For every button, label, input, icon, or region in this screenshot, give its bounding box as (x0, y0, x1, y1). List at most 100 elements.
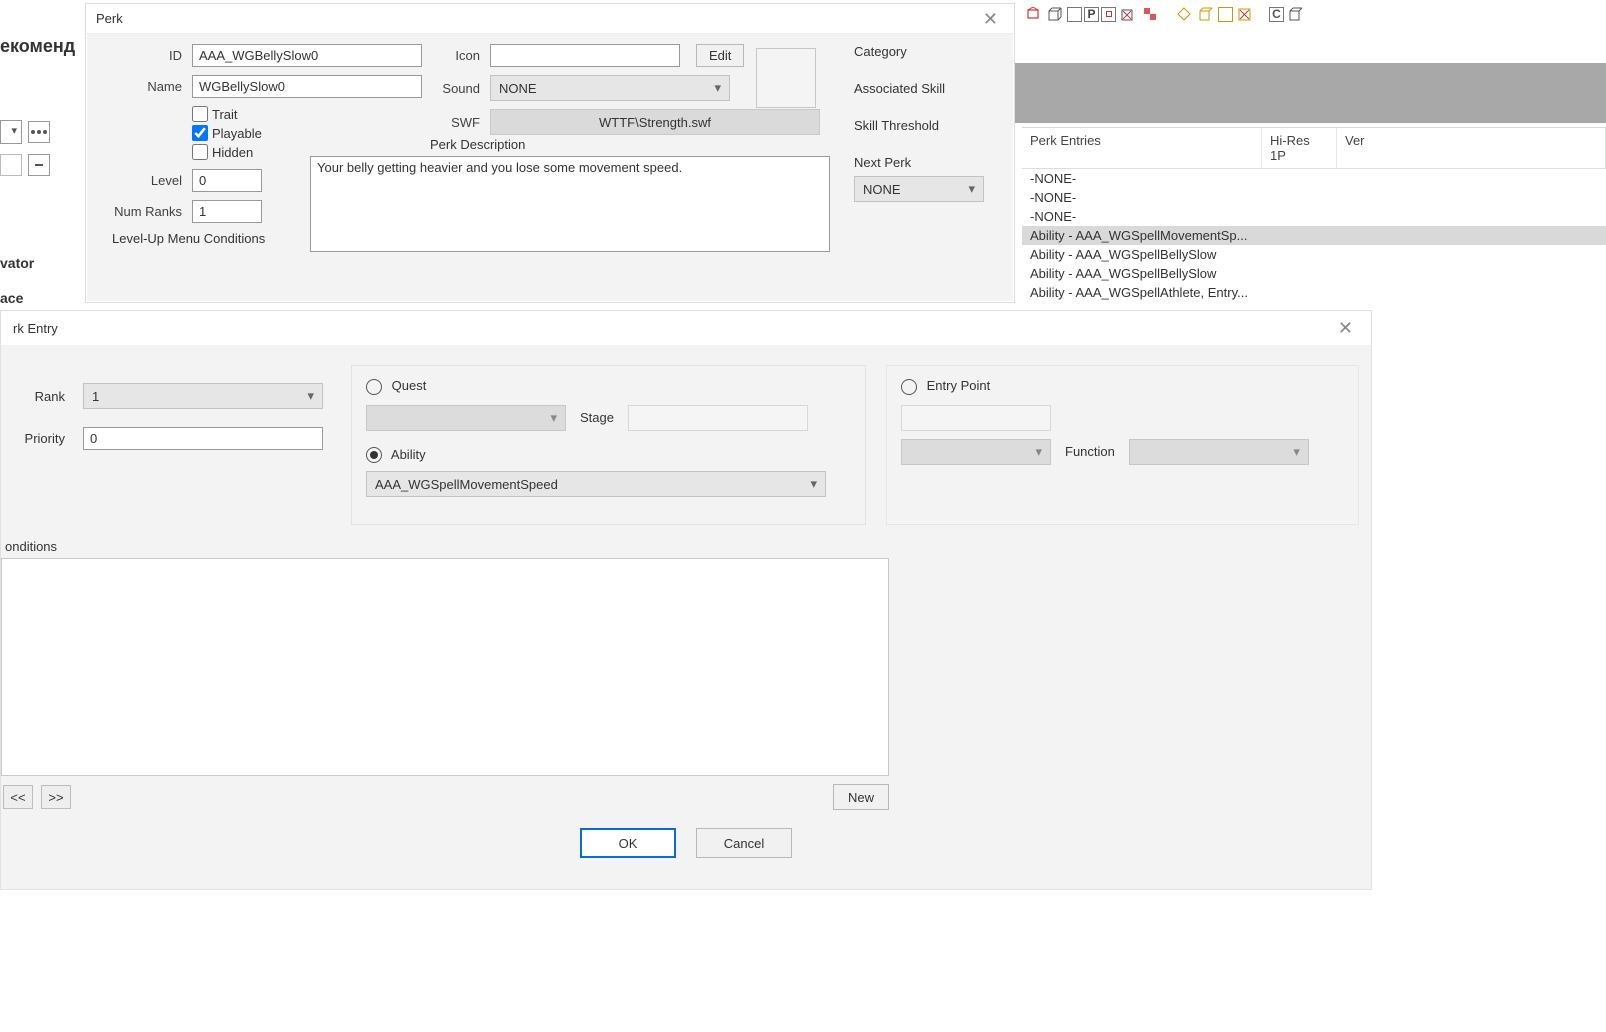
cell: -NONE- (1022, 207, 1262, 226)
trait-checkbox[interactable]: Trait (192, 106, 238, 122)
cell: -NONE- (1022, 169, 1262, 188)
table-row[interactable]: -NONE- (1022, 188, 1606, 207)
desc-label: Perk Description (430, 137, 840, 152)
new-button[interactable]: New (833, 784, 889, 810)
entry-point-group: Entry Point Function (886, 365, 1359, 525)
close-icon[interactable]: ✕ (1332, 317, 1359, 339)
swf-button[interactable]: WTTF\Strength.swf (490, 109, 820, 135)
description-textarea[interactable]: Your belly getting heavier and you lose … (310, 156, 830, 252)
table-row[interactable]: Ability - AAA_WGSpellMovementSp... (1022, 226, 1606, 245)
playable-checkbox[interactable]: Playable (192, 125, 262, 141)
function-select-disabled (1129, 439, 1309, 465)
numranks-label: Num Ranks (102, 204, 182, 219)
cube-icon[interactable] (1045, 4, 1065, 24)
bg-small-controls (0, 120, 85, 320)
cell: Ability - AAA_WGSpellBellySlow (1022, 264, 1262, 283)
icon-field[interactable] (490, 44, 680, 67)
conditions-listbox[interactable] (1, 558, 889, 776)
stage-field-disabled (628, 405, 808, 431)
icon-label: Icon (430, 48, 480, 63)
col-ver[interactable]: Ver (1337, 128, 1606, 168)
ability-radio[interactable] (366, 447, 382, 463)
quest-label: Quest (392, 378, 427, 393)
yellow-square-icon[interactable] (1218, 7, 1233, 22)
perk-entry-dialog: rk Entry ✕ Rank 1 Priority Quest Stage (0, 310, 1372, 890)
level-field[interactable] (192, 169, 262, 192)
toolbar: P C (1023, 3, 1306, 25)
perk-dialog: Perk ✕ ID Name Trait Playable Hidden Lev… (85, 3, 1015, 303)
name-label: Name (102, 79, 182, 94)
playable-label: Playable (212, 126, 262, 141)
table-header: Perk Entries Hi-Res 1P Ver (1022, 128, 1606, 169)
rank-value: 1 (92, 389, 99, 404)
table-row[interactable]: Ability - AAA_WGSpellBellySlow (1022, 245, 1606, 264)
cube-x-icon[interactable] (1118, 4, 1138, 24)
sound-dropdown[interactable]: NONE (490, 75, 730, 101)
function-label: Function (1065, 444, 1115, 459)
bg-blank-box (0, 154, 22, 176)
col-perk-entries[interactable]: Perk Entries (1022, 128, 1262, 168)
ability-value: AAA_WGSpellMovementSpeed (375, 477, 558, 492)
bg-partial-tab-label: екоменд (0, 36, 75, 57)
swf-value: WTTF\Strength.swf (599, 115, 711, 130)
perk-entry-titlebar[interactable]: rk Entry ✕ (1, 311, 1371, 345)
ability-dropdown[interactable]: AAA_WGSpellMovementSpeed (366, 471, 826, 497)
square-icon[interactable] (1067, 7, 1082, 22)
c-icon[interactable]: C (1269, 7, 1284, 22)
cell: Ability - AAA_WGSpellBellySlow (1022, 245, 1262, 264)
swf-label: SWF (430, 115, 480, 130)
separator (1257, 4, 1267, 24)
rank-dropdown[interactable]: 1 (83, 383, 323, 409)
entry-point-label: Entry Point (927, 378, 991, 393)
cube-icon-2[interactable] (1286, 4, 1306, 24)
numranks-field[interactable] (192, 200, 262, 223)
col-hires1p[interactable]: Hi-Res 1P (1262, 128, 1337, 168)
quest-select-disabled (366, 405, 566, 431)
bg-more-button[interactable] (28, 121, 50, 143)
next-button[interactable]: >> (41, 785, 71, 809)
diamond-icon[interactable] (1174, 4, 1194, 24)
edit-button[interactable]: Edit (696, 44, 744, 67)
hidden-label: Hidden (212, 145, 253, 160)
skill-threshold-label: Skill Threshold (854, 118, 998, 133)
ability-label: Ability (391, 447, 426, 462)
p-icon[interactable]: P (1084, 7, 1099, 22)
priority-label: Priority (7, 431, 65, 446)
cell: Ability - AAA_WGSpellMovementSp... (1022, 226, 1262, 245)
priority-field[interactable] (83, 427, 323, 450)
sound-value: NONE (499, 81, 537, 96)
bg-minus-button[interactable] (28, 154, 50, 176)
level-label: Level (102, 173, 182, 188)
prev-button[interactable]: << (3, 785, 33, 809)
square-dot-icon[interactable] (1101, 7, 1116, 22)
link-icon[interactable] (1140, 4, 1160, 24)
table-row[interactable]: Ability - AAA_WGSpellBellySlow (1022, 264, 1606, 283)
cell: Ability - AAA_WGSpellAthlete, Entry... (1022, 283, 1262, 302)
table-row[interactable]: -NONE- (1022, 207, 1606, 226)
cube-yellow-icon[interactable] (1196, 4, 1216, 24)
entry-point-field-disabled (901, 405, 1051, 431)
perk-entries-table: Perk Entries Hi-Res 1P Ver -NONE- -NONE-… (1022, 127, 1606, 302)
hidden-checkbox[interactable]: Hidden (192, 144, 253, 160)
id-field[interactable] (192, 44, 422, 67)
perk-entry-title: rk Entry (13, 321, 58, 336)
category-label: Category (854, 44, 998, 59)
bg-dropdown[interactable] (0, 120, 22, 144)
next-perk-dropdown[interactable]: NONE (854, 176, 984, 202)
quest-ability-group: Quest Stage Ability AAA_WGSpellMovementS… (351, 365, 866, 525)
entry-point-select-disabled (901, 439, 1051, 465)
name-field[interactable] (192, 75, 422, 98)
yellow-x-icon[interactable] (1235, 4, 1255, 24)
cancel-button[interactable]: Cancel (696, 828, 792, 858)
table-row[interactable]: Ability - AAA_WGSpellAthlete, Entry... (1022, 283, 1606, 302)
conditions-label: onditions (5, 539, 1371, 554)
perk-titlebar[interactable]: Perk ✕ (86, 4, 1014, 34)
close-icon[interactable]: ✕ (977, 8, 1004, 30)
next-perk-label: Next Perk (854, 155, 998, 170)
separator (1162, 4, 1172, 24)
entry-point-radio[interactable] (901, 379, 917, 395)
toolbar-icon[interactable] (1023, 4, 1043, 24)
table-row[interactable]: -NONE- (1022, 169, 1606, 188)
quest-radio[interactable] (366, 379, 382, 395)
ok-button[interactable]: OK (580, 828, 676, 858)
